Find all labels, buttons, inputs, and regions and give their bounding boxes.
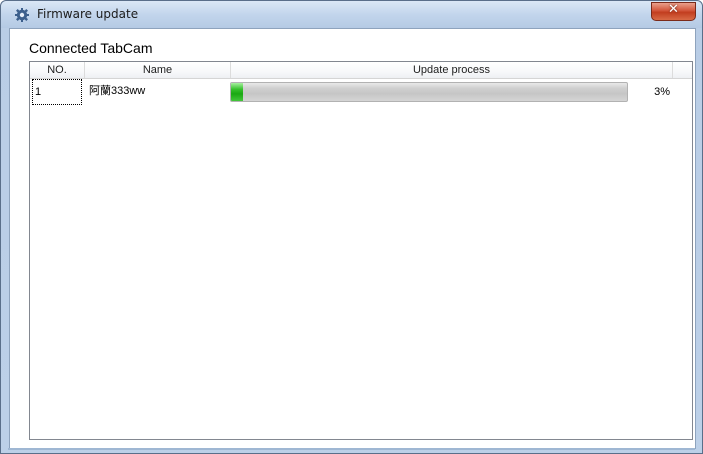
device-name: 阿蘭333ww [89,85,146,97]
column-header-update-process[interactable]: Update process [231,62,673,78]
client-area: Connected TabCam NO. Name Update process… [9,28,696,449]
column-header-no[interactable]: NO. [30,62,85,78]
device-number: 1 [32,79,82,105]
window-title: Firmware update [37,7,139,21]
window-bottom-edge [8,448,695,450]
update-progress-bar [230,82,628,102]
update-progress-percent: 3% [654,86,670,98]
table-row[interactable]: 1 阿蘭333ww 3% [30,79,692,105]
close-button[interactable]: ✕ [651,2,696,21]
firmware-update-window: Firmware update ✕ Connected TabCam NO. N… [0,0,703,454]
gear-icon [15,8,29,22]
close-icon: ✕ [668,2,679,17]
column-header-name[interactable]: Name [85,62,231,78]
connected-devices-label: Connected TabCam [29,40,153,56]
device-list[interactable]: NO. Name Update process 1 阿蘭333ww 3% [29,61,693,440]
column-header-filler [673,62,692,78]
update-progress-fill [231,83,243,101]
title-bar[interactable]: Firmware update ✕ [1,1,702,28]
list-header: NO. Name Update process [30,62,692,79]
